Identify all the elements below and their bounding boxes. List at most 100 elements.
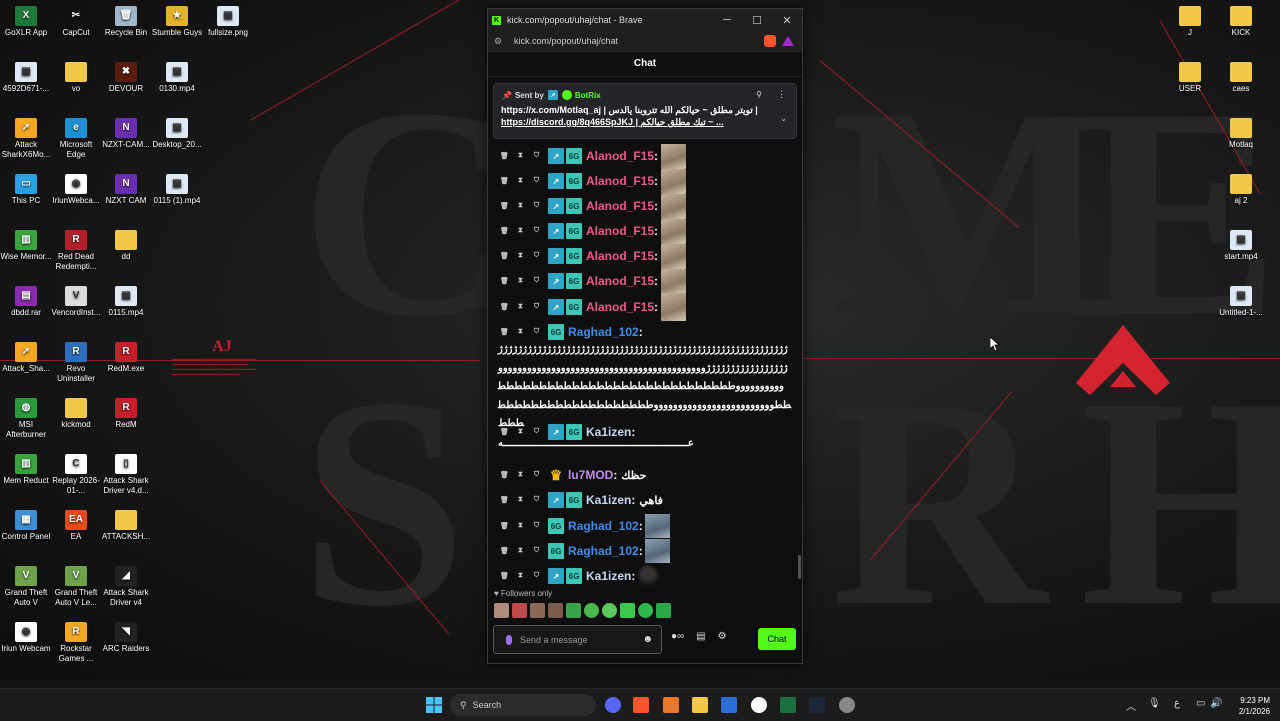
message-placeholder[interactable]: Send a message bbox=[520, 635, 642, 645]
delete-icon[interactable]: 🗑 bbox=[500, 227, 509, 235]
desktop-icon[interactable]: ✖ DEVOUR bbox=[100, 62, 152, 94]
desktop-icon[interactable]: ATTACKSH... bbox=[100, 510, 152, 542]
desktop-icon[interactable]: ▯ Attack Shark Driver v4.d... bbox=[100, 454, 152, 496]
message-input[interactable]: Send a message ☻ bbox=[493, 625, 662, 654]
delete-icon[interactable]: 🗑 bbox=[500, 177, 509, 185]
chat-username[interactable]: Raghad_102 bbox=[568, 544, 639, 558]
steam-icon[interactable] bbox=[809, 697, 825, 713]
emote-icon[interactable] bbox=[548, 603, 563, 618]
ban-icon[interactable]: ⛉ bbox=[532, 202, 541, 210]
desktop-icon[interactable]: R Rockstar Games ... bbox=[50, 622, 102, 664]
chat-username[interactable]: Alanod_F15 bbox=[586, 249, 654, 263]
desktop-icon[interactable]: V VencordInst... bbox=[50, 286, 102, 318]
desktop-icon[interactable]: R Red Dead Redempti... bbox=[50, 230, 102, 272]
pinned-bot-name[interactable]: BotRix bbox=[575, 91, 601, 100]
ban-icon[interactable]: ⛉ bbox=[532, 177, 541, 185]
chat-message[interactable]: 🗑 ⧗ ⛉ ↗ 6G Alanod_F15: bbox=[500, 168, 687, 194]
timeout-icon[interactable]: ⧗ bbox=[516, 202, 525, 210]
chat-message[interactable]: 🗑 ⧗ ⛉ ♛ lu7MOD: حظك bbox=[500, 464, 646, 486]
timeout-icon[interactable]: ⧗ bbox=[516, 227, 525, 235]
emote-icon[interactable] bbox=[620, 603, 635, 618]
brave-shields-icon[interactable] bbox=[764, 35, 776, 47]
delete-icon[interactable]: 🗑 bbox=[500, 277, 509, 285]
chat-username[interactable]: Alanod_F15 bbox=[586, 300, 654, 314]
chat-message[interactable]: 🗑 ⧗ ⛉ ↗ 6G Ka1izen: فاهي bbox=[500, 489, 663, 511]
chat-message[interactable]: 🗑 ⧗ ⛉ ↗ 6G Alanod_F15: bbox=[500, 193, 687, 219]
app-circle-icon[interactable] bbox=[839, 697, 855, 713]
desktop-icon[interactable]: ▥ Mem Reduct bbox=[0, 454, 52, 486]
ban-icon[interactable]: ⛉ bbox=[532, 471, 541, 479]
desktop-icon[interactable]: aj 2 bbox=[1215, 174, 1267, 206]
taskbar-search[interactable]: ⚲ Search bbox=[450, 694, 596, 716]
chat-message[interactable]: 🗑 ⧗ ⛉ ↗ 6G Alanod_F15: bbox=[500, 268, 687, 294]
desktop-icon[interactable]: ◍ MSI Afterburner bbox=[0, 398, 52, 440]
emote-icon[interactable] bbox=[638, 603, 653, 618]
emote-icon[interactable] bbox=[494, 603, 509, 618]
delete-icon[interactable]: 🗑 bbox=[500, 496, 509, 504]
chat-message[interactable]: 🗑 ⧗ ⛉ ↗ 6G Alanod_F15: bbox=[500, 293, 687, 321]
pinned-line-1[interactable]: https://x.com/Motlaq_aj | تويتر مطلق ~ ح… bbox=[501, 104, 772, 116]
chat-username[interactable]: Alanod_F15 bbox=[586, 274, 654, 288]
delete-icon[interactable]: 🗑 bbox=[500, 471, 509, 479]
display-icon[interactable]: ▭ bbox=[1196, 698, 1205, 709]
desktop-icon[interactable]: J bbox=[1164, 6, 1216, 38]
desktop-icon[interactable]: ▭ This PC bbox=[0, 174, 52, 206]
desktop-icon[interactable]: ➚ Attack SharkX6Mo... bbox=[0, 118, 52, 160]
ban-icon[interactable]: ⛉ bbox=[532, 227, 541, 235]
desktop-icon[interactable]: ▣ 4592D671-... bbox=[0, 62, 52, 94]
desktop-icon[interactable]: ➚ Attack_Sha... bbox=[0, 342, 52, 374]
desktop-icon[interactable]: ◢ Attack Shark Driver v4 bbox=[100, 566, 152, 608]
desktop-icon[interactable]: ▣ fullsize.png bbox=[202, 6, 254, 38]
timeout-icon[interactable]: ⧗ bbox=[516, 152, 525, 160]
chat-username[interactable]: Raghad_102 bbox=[568, 519, 639, 533]
site-settings-icon[interactable]: ⚙ bbox=[494, 36, 506, 47]
desktop-icon[interactable]: Motlaq bbox=[1215, 118, 1267, 150]
ban-icon[interactable]: ⛉ bbox=[532, 277, 541, 285]
emoji-icon[interactable]: ☻ bbox=[642, 634, 653, 645]
emote-icon[interactable] bbox=[602, 603, 617, 618]
desktop-icon[interactable]: R Revo Uninstaller bbox=[50, 342, 102, 384]
chat-message[interactable]: 🗑 ⧗ ⛉ 6G Raghad_102: bbox=[500, 321, 643, 343]
ban-icon[interactable]: ⛉ bbox=[532, 572, 541, 580]
desktop-icon[interactable]: ▥ Wise Memor... bbox=[0, 230, 52, 262]
emote-icon[interactable] bbox=[512, 603, 527, 618]
delete-icon[interactable]: 🗑 bbox=[500, 202, 509, 210]
chat-message[interactable]: 🗑 ⧗ ⛉ ↗ 6G Alanod_F15: bbox=[500, 218, 687, 244]
timeout-icon[interactable]: ⧗ bbox=[516, 177, 525, 185]
brave-browser-icon[interactable] bbox=[633, 697, 649, 713]
pin-icon[interactable]: ⚲ bbox=[756, 90, 762, 99]
chat-message[interactable]: 🗑 ⧗ ⛉ ↗ 6G Alanod_F15: bbox=[500, 243, 687, 269]
volume-icon[interactable]: 🔊 bbox=[1210, 698, 1222, 709]
desktop-icon[interactable]: R RedM bbox=[100, 398, 152, 430]
desktop-icon[interactable]: ▦ Control Panel bbox=[0, 510, 52, 542]
mic-icon[interactable] bbox=[506, 634, 512, 645]
desktop-icon[interactable]: C Replay 2026-01-... bbox=[50, 454, 102, 496]
ban-icon[interactable]: ⛉ bbox=[532, 496, 541, 504]
store-icon[interactable]: ▤ bbox=[696, 631, 705, 642]
emote-icon[interactable] bbox=[656, 603, 671, 618]
desktop-icon[interactable]: ◉ IriunWebca... bbox=[50, 174, 102, 206]
kick-points-icon[interactable]: ●∞ bbox=[671, 631, 684, 642]
chat-username[interactable]: Ka1izen bbox=[586, 493, 631, 507]
timeout-icon[interactable]: ⧗ bbox=[516, 277, 525, 285]
desktop-icon[interactable]: ▣ 0115 (1).mp4 bbox=[151, 174, 203, 206]
desktop-icon[interactable]: R RedM.exe bbox=[100, 342, 152, 374]
chat-username[interactable]: Ka1izen bbox=[586, 569, 631, 583]
ban-icon[interactable]: ⛉ bbox=[532, 303, 541, 311]
desktop-icon[interactable]: EA EA bbox=[50, 510, 102, 542]
timeout-icon[interactable]: ⧗ bbox=[516, 522, 525, 530]
ban-icon[interactable]: ⛉ bbox=[532, 252, 541, 260]
delete-icon[interactable]: 🗑 bbox=[500, 547, 509, 555]
delete-icon[interactable]: 🗑 bbox=[500, 303, 509, 311]
send-chat-button[interactable]: Chat bbox=[758, 628, 796, 650]
desktop-icon[interactable]: X GoXLR App bbox=[0, 6, 52, 38]
desktop-icon[interactable]: ▤ dbdd.rar bbox=[0, 286, 52, 318]
url-text[interactable]: kick.com/popout/uhaj/chat bbox=[514, 36, 764, 46]
app-blue-icon[interactable] bbox=[721, 697, 737, 713]
ban-icon[interactable]: ⛉ bbox=[532, 522, 541, 530]
chat-message[interactable]: 🗑 ⧗ ⛉ 6G Raghad_102: bbox=[500, 539, 670, 563]
desktop-icon[interactable]: caes bbox=[1215, 62, 1267, 94]
delete-icon[interactable]: 🗑 bbox=[500, 328, 509, 336]
chat-username[interactable]: Raghad_102 bbox=[568, 325, 639, 339]
language-indicator[interactable]: ع bbox=[1174, 698, 1180, 709]
